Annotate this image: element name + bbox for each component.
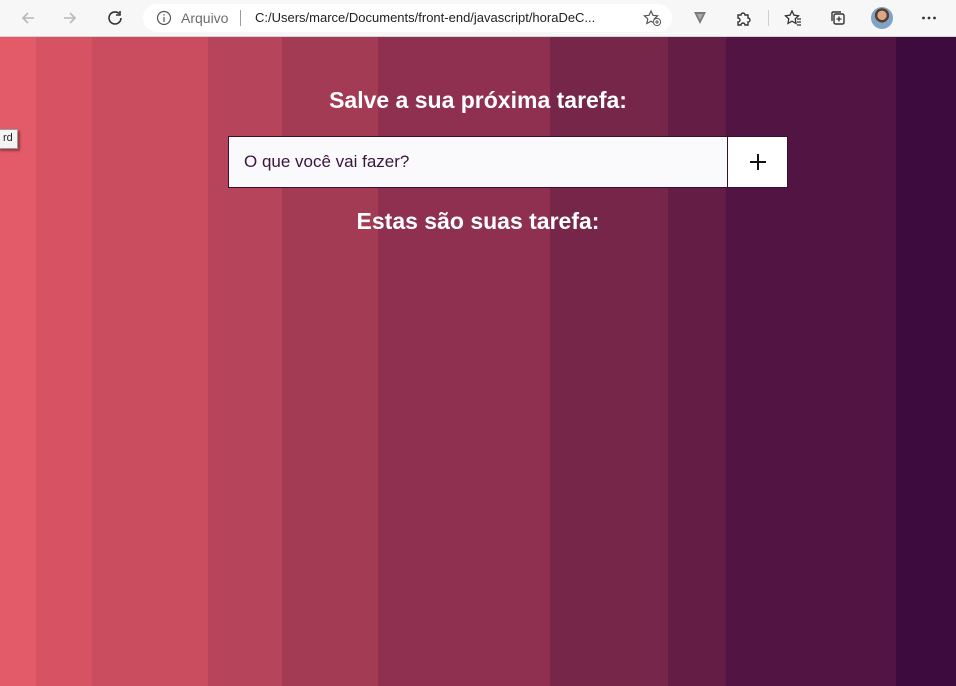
address-url[interactable]: C:/Users/marce/Documents/front-end/javas…: [255, 10, 625, 25]
task-input[interactable]: [228, 136, 728, 188]
address-scheme: Arquivo: [181, 10, 229, 26]
collections-icon[interactable]: [825, 6, 851, 30]
refresh-icon[interactable]: [102, 6, 128, 30]
forward-arrow-icon[interactable]: [57, 6, 83, 30]
toolbar-separator: [768, 10, 769, 26]
extension-v-icon[interactable]: [687, 6, 713, 30]
address-separator: [240, 10, 241, 26]
favorites-icon[interactable]: [780, 6, 806, 30]
back-arrow-icon[interactable]: [15, 6, 41, 30]
tooltip: rd: [0, 129, 18, 149]
more-icon[interactable]: [916, 6, 942, 30]
add-favorite-icon[interactable]: [642, 9, 662, 32]
plus-icon: [749, 154, 766, 170]
puzzle-extensions-icon[interactable]: [731, 6, 757, 30]
tasks-list-heading: Estas são suas tarefa:: [356, 208, 600, 234]
address-bar[interactable]: Arquivo C:/Users/marce/Documents/front-e…: [143, 4, 672, 32]
profile-avatar[interactable]: [871, 7, 893, 29]
add-task-button[interactable]: [727, 136, 788, 188]
browser-toolbar: Arquivo C:/Users/marce/Documents/front-e…: [0, 0, 956, 37]
info-icon[interactable]: [156, 10, 172, 31]
save-task-heading: Salve a sua próxima tarefa:: [329, 87, 627, 113]
page-content: rd Salve a sua próxima tarefa: Estas são…: [0, 37, 956, 686]
